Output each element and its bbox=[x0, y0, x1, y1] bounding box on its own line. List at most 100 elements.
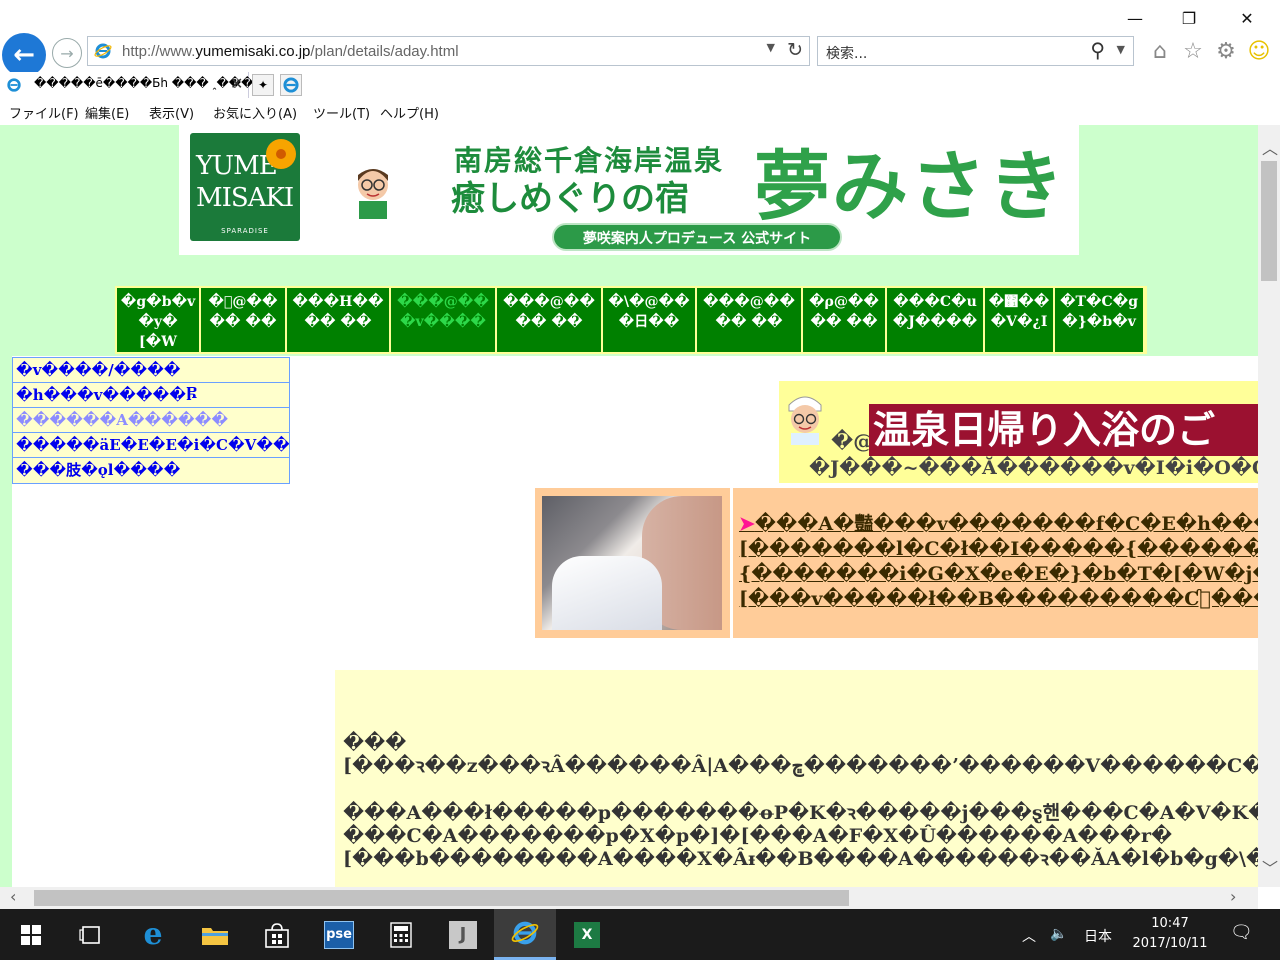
start-button[interactable] bbox=[0, 909, 62, 960]
sidebar-item-0[interactable]: �v����/���� bbox=[13, 358, 289, 383]
taskbar-edge[interactable]: e bbox=[122, 909, 184, 960]
search-input[interactable]: 検索... bbox=[826, 43, 867, 63]
edge-icon: e bbox=[143, 917, 163, 952]
ie-page-icon bbox=[94, 43, 112, 59]
site-logo[interactable]: YUME MISAKI SPARADISE bbox=[190, 133, 300, 241]
new-tab-button[interactable]: ✦ bbox=[252, 74, 274, 96]
plan-link-0[interactable]: ➤���A�豔���v�������f�C�E�h���� bbox=[739, 512, 1258, 537]
body-text-line: ���A���ł�����p�������ꝋP�K�ꝛ�����j���ȿ핸��… bbox=[343, 802, 1258, 824]
taskbar-excel[interactable]: X bbox=[556, 909, 618, 960]
refresh-icon[interactable]: ↻ bbox=[787, 39, 803, 61]
sidebar-item-4[interactable]: ���肢�ǫl���� bbox=[13, 458, 289, 483]
header-big-title: 夢みさき bbox=[754, 142, 1066, 231]
menu-tools[interactable]: ツール(T) bbox=[313, 103, 370, 122]
menu-file[interactable]: ファイル(F) bbox=[9, 103, 79, 122]
plan-link-text: {�������i�G�X�e�E�}�b�T�[�W�j�� bbox=[739, 563, 1258, 585]
excel-icon: X bbox=[574, 921, 600, 948]
address-bar[interactable]: http://www.yumemisaki.co.jp/plan/details… bbox=[87, 36, 810, 66]
scroll-right-icon[interactable]: › bbox=[1230, 887, 1236, 906]
sidebar-item-2[interactable]: ������A������ bbox=[13, 408, 289, 433]
home-icon[interactable]: ⌂ bbox=[1146, 37, 1174, 65]
sidebar-item-3[interactable]: �����ӓE�E�E�i�C�V��! bbox=[13, 433, 289, 458]
tray-overflow-icon[interactable]: ︿ bbox=[1022, 926, 1036, 946]
taskbar-store[interactable] bbox=[246, 909, 308, 960]
nav-item-7[interactable]: �ρ@�� �� �� bbox=[803, 288, 885, 352]
back-button[interactable]: ← bbox=[2, 33, 46, 77]
scroll-down-icon[interactable]: ﹀ bbox=[1262, 855, 1278, 879]
plan-link-3[interactable]: [���v�����ł��B���������Ƈ⃞��� bbox=[739, 587, 1258, 612]
nav-item-8[interactable]: ���C�u �J���� bbox=[887, 288, 983, 352]
taskbar-pse[interactable]: pse bbox=[308, 909, 370, 960]
menu-view[interactable]: 表示(V) bbox=[149, 103, 194, 122]
favorites-star-icon[interactable]: ☆ bbox=[1179, 37, 1207, 65]
flower-center-icon bbox=[276, 149, 286, 159]
nurse-mascot-icon bbox=[788, 396, 822, 445]
plan-links-box: ➤���A�豔���v�������f�C�E�h���� [�������l�C… bbox=[733, 488, 1258, 638]
internet-explorer-icon bbox=[511, 921, 539, 945]
banner-title: 温泉日帰り入浴のご bbox=[869, 404, 1258, 456]
task-view-icon bbox=[79, 925, 100, 944]
tab-current[interactable]: �����ē����Ƃh ��� ꞈ��� ✕ bbox=[0, 72, 253, 98]
spa-woman-photo bbox=[542, 496, 722, 630]
taskbar-calculator[interactable] bbox=[370, 909, 432, 960]
vertical-scroll-thumb[interactable] bbox=[1261, 161, 1277, 281]
taskbar-file-explorer[interactable] bbox=[184, 909, 246, 960]
quick-tab-ie-button[interactable] bbox=[280, 74, 302, 96]
j-app-icon: J bbox=[449, 920, 477, 949]
nav-item-0[interactable]: �g�b�v �y� [�W bbox=[117, 288, 199, 352]
horizontal-scrollbar[interactable]: ‹ › bbox=[0, 887, 1258, 909]
tab-close-icon[interactable]: ✕ bbox=[230, 74, 243, 93]
vertical-scrollbar[interactable]: ︿ ﹀ bbox=[1258, 125, 1280, 887]
new-tab-icon: ✦ bbox=[257, 78, 269, 92]
smiley-feedback-icon[interactable]: ☺ bbox=[1245, 37, 1273, 65]
forward-button[interactable]: → bbox=[52, 38, 82, 68]
windows-logo-icon bbox=[21, 924, 41, 945]
nav-item-5[interactable]: �\�@�� �日�� bbox=[603, 288, 695, 352]
nav-item-3[interactable]: ���@�� �v���� bbox=[391, 288, 495, 352]
task-view-button[interactable] bbox=[60, 909, 122, 960]
taskbar-j-app[interactable]: J bbox=[432, 909, 494, 960]
clock-date: 2017/10/11 bbox=[1132, 936, 1208, 951]
nav-item-6[interactable]: ���@�� �� �� bbox=[697, 288, 801, 352]
notification-icon[interactable]: 🗨 bbox=[1230, 922, 1253, 943]
official-site-pill[interactable]: 夢咲案内人プロデュース 公式サイト bbox=[552, 223, 842, 251]
logo-text-line1: YUME bbox=[196, 151, 278, 181]
nav-item-10[interactable]: �T�C�g �}�b�v bbox=[1055, 288, 1143, 352]
nav-item-9[interactable]: �΁�� �V�¿I bbox=[985, 288, 1053, 352]
clock-time: 10:47 bbox=[1151, 916, 1189, 931]
nav-item-4[interactable]: ���@�� �� �� bbox=[497, 288, 601, 352]
day-trip-banner: �@ 温泉日帰り入浴のご �J���~���Ă������v�I�i�O�O bbox=[779, 381, 1258, 483]
search-box[interactable]: 検索... ⚲ ▼ bbox=[817, 36, 1134, 66]
taskbar-internet-explorer[interactable] bbox=[494, 909, 556, 960]
scroll-left-icon[interactable]: ‹ bbox=[10, 887, 16, 906]
calculator-icon bbox=[390, 921, 412, 948]
sidebar-item-1[interactable]: �h���v�����Ⴜ bbox=[13, 383, 289, 408]
clock[interactable]: 10:47 2017/10/11 bbox=[1125, 914, 1215, 954]
ime-indicator[interactable]: 日本 bbox=[1084, 926, 1112, 946]
photoshop-elements-icon: pse bbox=[324, 920, 354, 949]
guide-mascot-icon bbox=[358, 169, 388, 219]
scroll-up-icon[interactable]: ︿ bbox=[1262, 135, 1278, 159]
address-dropdown-icon[interactable]: ▼ bbox=[767, 41, 775, 54]
menu-help[interactable]: ヘルプ(H) bbox=[380, 103, 439, 122]
horizontal-scroll-thumb[interactable] bbox=[34, 890, 849, 906]
banner-at-text: �@ bbox=[831, 429, 874, 453]
folder-icon bbox=[202, 927, 228, 945]
menu-edit[interactable]: 編集(E) bbox=[85, 103, 129, 122]
volume-icon[interactable]: 🔈 bbox=[1050, 926, 1067, 942]
plan-link-1[interactable]: [�������l�C�ł��I�����{������ bbox=[739, 537, 1258, 562]
menu-favorites[interactable]: お気に入り(A) bbox=[213, 103, 297, 122]
gear-icon[interactable]: ⚙ bbox=[1212, 37, 1240, 65]
plan-link-2[interactable]: {�������i�G�X�e�E�}�b�T�[�W�j�� bbox=[739, 562, 1258, 587]
header-line2: 癒しめぐりの宿 bbox=[451, 179, 689, 219]
address-url[interactable]: http://www.yumemisaki.co.jp/plan/details… bbox=[122, 43, 459, 60]
main-nav: �g�b�v �y� [�W �ꨩ@�� �� �� ���H�� �� �� ���… bbox=[115, 286, 1147, 354]
sidebar-menu: �v����/���� �h���v�����Ⴜ ������A������ ����… bbox=[12, 357, 290, 484]
photo-towel bbox=[552, 556, 662, 630]
nav-item-1[interactable]: �ꨩ@�� �� �� bbox=[201, 288, 285, 352]
search-icon[interactable]: ⚲ bbox=[1090, 38, 1105, 62]
store-bag-icon bbox=[265, 922, 289, 948]
nav-item-2[interactable]: ���H�� �� �� bbox=[287, 288, 389, 352]
search-dropdown-icon[interactable]: ▼ bbox=[1117, 43, 1125, 56]
